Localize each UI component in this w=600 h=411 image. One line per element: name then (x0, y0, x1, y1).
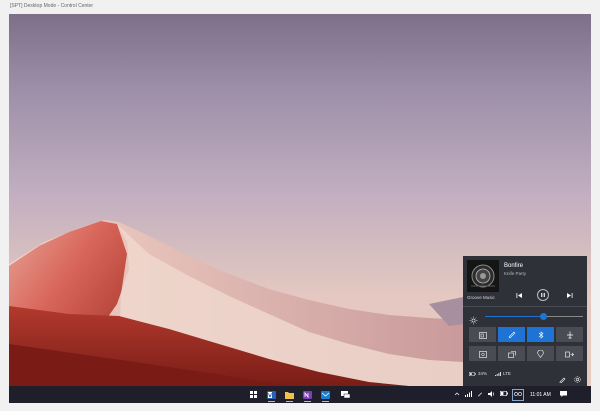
album-art (467, 260, 499, 292)
windows-start-icon[interactable] (247, 388, 260, 401)
previous-track-button[interactable] (513, 289, 525, 301)
quick-action-tile-connect[interactable] (556, 346, 583, 361)
control-center-icon[interactable] (512, 388, 524, 401)
window-title: [SPT] Desktop Mode - Control Center (10, 3, 94, 9)
quick-action-tile-airplane-mode[interactable] (556, 327, 583, 342)
network-icon[interactable] (465, 390, 472, 399)
control-center-panel: Bonfire Knife Party Groove Music 34% LTE (463, 256, 587, 386)
location-icon (537, 345, 544, 363)
track-title: Bonfire (504, 263, 524, 269)
edit-icon[interactable] (559, 370, 566, 388)
brightness-slider-fill (485, 316, 544, 317)
project-icon (507, 345, 516, 363)
connect-icon (565, 345, 574, 363)
quick-action-tile-focus-assist[interactable] (498, 327, 525, 342)
system-tray: 11:01 AM (454, 386, 567, 403)
onenote-icon[interactable] (301, 388, 314, 402)
quick-action-tile-project[interactable] (498, 346, 525, 361)
tablet-mode-icon (478, 326, 487, 344)
bluetooth-icon (538, 326, 544, 344)
clock[interactable]: 11:01 AM (530, 392, 551, 398)
window-titlebar: [SPT] Desktop Mode - Control Center (0, 0, 600, 14)
divider (463, 306, 587, 307)
airplane-mode-icon (566, 326, 574, 344)
notifications-icon[interactable] (559, 390, 567, 399)
quick-action-tile-tablet-mode[interactable] (469, 327, 496, 342)
quick-action-tile-bluetooth[interactable] (527, 327, 554, 342)
pen-icon[interactable] (477, 391, 483, 399)
volume-icon[interactable] (488, 390, 495, 399)
track-artist: Knife Party (504, 271, 527, 276)
focus-assist-icon (508, 326, 516, 344)
screenshot-icon (478, 345, 487, 363)
quick-action-tile-screenshot[interactable] (469, 346, 496, 361)
taskbar: 11:01 AM (9, 386, 591, 403)
network-status: LTE (495, 371, 511, 376)
battery-tray-icon[interactable] (500, 391, 508, 398)
brightness-slider-thumb[interactable] (540, 313, 548, 320)
quick-action-tile-location[interactable] (527, 346, 554, 361)
battery-percentage: 34% (478, 371, 488, 376)
pause-button[interactable] (537, 289, 549, 301)
battery-status: 34% (469, 371, 487, 376)
settings-gear-icon[interactable] (574, 370, 581, 388)
network-type: LTE (503, 371, 511, 376)
mail-icon[interactable] (319, 388, 332, 402)
word-icon[interactable] (265, 388, 278, 402)
media-app-name: Groove Music (467, 295, 495, 300)
chat-icon[interactable] (339, 388, 352, 401)
next-track-button[interactable] (563, 289, 575, 301)
file-explorer-icon[interactable] (283, 388, 296, 402)
chevron-up-icon[interactable] (454, 391, 460, 399)
